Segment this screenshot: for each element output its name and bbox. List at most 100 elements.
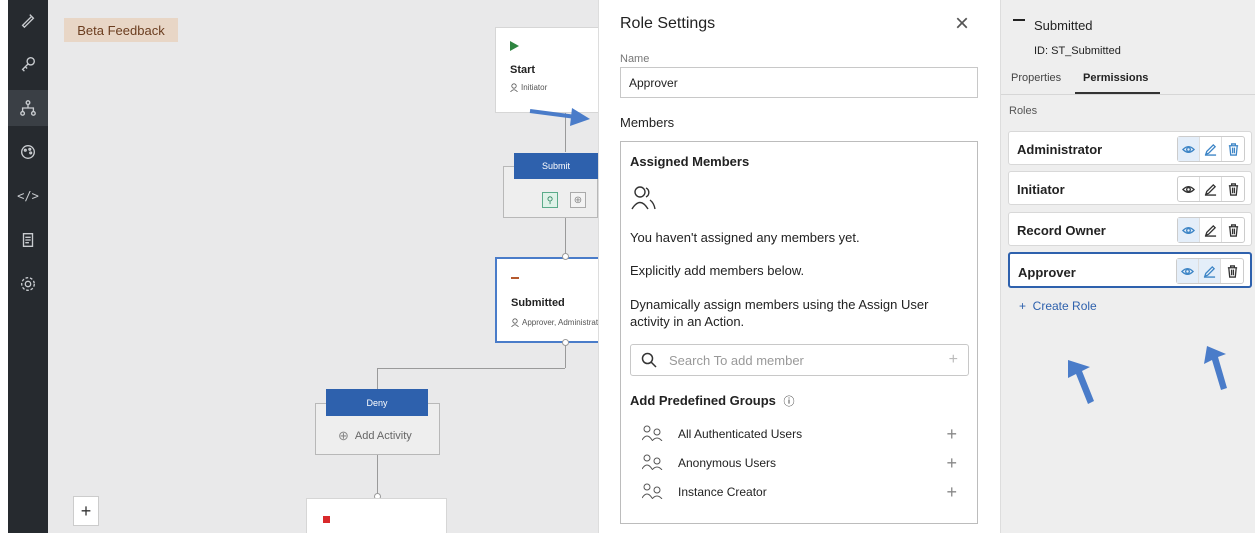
user-icon <box>510 83 518 92</box>
tab-divider <box>1001 94 1255 95</box>
delete-icon[interactable] <box>1221 259 1243 283</box>
assigned-members-box: Assigned Members You haven't assigned an… <box>620 141 978 524</box>
predefined-groups-label: Add Predefined Groups <box>630 393 776 408</box>
role-card-initiator[interactable]: Initiator <box>1008 171 1252 205</box>
role-name: Initiator <box>1017 182 1065 197</box>
predefined-group-row[interactable]: All Authenticated Users + <box>641 422 957 446</box>
group-icon <box>641 483 678 502</box>
submitted-node-title: Submitted <box>511 297 565 309</box>
search-placeholder: Search To add member <box>669 352 804 368</box>
user-icon <box>511 318 519 327</box>
beta-feedback-button[interactable]: Beta Feedback <box>64 18 178 42</box>
view-icon[interactable] <box>1178 137 1200 161</box>
annotation-arrow <box>529 108 590 126</box>
workflow-icon[interactable] <box>8 90 48 126</box>
role-name: Record Owner <box>1017 223 1106 238</box>
left-nav: </> <box>8 0 48 533</box>
deny-action-header[interactable]: Deny <box>326 389 428 416</box>
delete-icon[interactable] <box>1222 177 1244 201</box>
assigned-members-title: Assigned Members <box>630 154 750 169</box>
role-name: Approver <box>1018 265 1076 280</box>
design-icon[interactable] <box>8 2 48 38</box>
list-icon[interactable] <box>8 222 48 258</box>
predefined-group-row[interactable]: Instance Creator + <box>641 480 957 504</box>
zoom-in-button[interactable]: + <box>73 496 99 526</box>
view-icon[interactable] <box>1178 177 1200 201</box>
roles-label: Roles <box>1009 105 1038 117</box>
create-role-button[interactable]: + Create Role <box>1019 299 1097 313</box>
annotation-arrow <box>1204 346 1227 390</box>
add-group-icon[interactable]: + <box>946 453 957 474</box>
group-icon <box>641 454 678 473</box>
add-icon[interactable]: ⊕ <box>570 192 586 208</box>
annotation-arrow <box>1068 360 1094 404</box>
add-group-icon[interactable]: + <box>946 482 957 503</box>
state-marker-icon <box>511 277 519 279</box>
role-actions <box>1176 258 1244 284</box>
edit-icon[interactable] <box>1200 137 1222 161</box>
delete-icon[interactable] <box>1222 137 1244 161</box>
role-settings-panel: Role Settings × Name Approver Members As… <box>598 0 1000 533</box>
add-user-icon[interactable]: ⚲ <box>542 192 558 208</box>
settings-icon[interactable] <box>8 266 48 302</box>
search-member-input[interactable]: Search To add member + <box>630 344 969 376</box>
submitted-node-roles: Approver, Administrato <box>511 318 598 327</box>
role-card-administrator[interactable]: Administrator <box>1008 131 1252 165</box>
predefined-groups-title: Add Predefined Groups ⓘ <box>630 393 795 409</box>
connector-dot <box>562 339 569 346</box>
members-label: Members <box>620 115 675 130</box>
edit-icon[interactable] <box>1200 177 1222 201</box>
delete-icon[interactable] <box>1222 218 1244 242</box>
workflow-canvas[interactable]: Beta Feedback Start Initiator Submit ⚲ ⊕… <box>48 0 598 533</box>
close-icon[interactable]: × <box>955 10 969 38</box>
role-name: Administrator <box>1017 142 1103 157</box>
start-node-role: Initiator <box>510 83 547 92</box>
view-icon[interactable] <box>1177 259 1199 283</box>
empty-members-text: You haven't assigned any members yet. <box>630 230 860 245</box>
connector-line <box>377 368 378 390</box>
tab-permissions[interactable]: Permissions <box>1075 72 1161 94</box>
name-label: Name <box>620 53 650 65</box>
role-card-record-owner[interactable]: Record Owner <box>1008 212 1252 246</box>
info-icon[interactable]: ⓘ <box>784 396 795 408</box>
connector-line <box>377 368 565 369</box>
dynamic-assign-text: Dynamically assign members using the Ass… <box>630 297 929 329</box>
group-label: Anonymous Users <box>678 456 777 470</box>
connector-line <box>377 454 378 496</box>
properties-panel: Submitted ID: ST_Submitted Properties Pe… <box>1000 0 1255 533</box>
tab-properties[interactable]: Properties <box>1011 72 1061 84</box>
submit-action-header[interactable]: Submit <box>514 153 598 179</box>
connector-dot <box>562 253 569 260</box>
start-role-text: Initiator <box>521 83 548 92</box>
connector-line <box>565 217 566 257</box>
members-icon <box>631 186 656 210</box>
search-icon <box>641 352 657 368</box>
state-name: Submitted <box>1034 18 1093 33</box>
edit-icon[interactable] <box>1199 259 1221 283</box>
start-node-title: Start <box>510 64 536 76</box>
role-actions <box>1177 217 1245 243</box>
role-card-approver[interactable]: Approver <box>1008 252 1252 288</box>
code-icon[interactable]: </> <box>8 178 48 214</box>
explicit-add-text: Explicitly add members below. <box>630 263 805 278</box>
submitted-roles-text: Approver, Administrato <box>522 318 598 327</box>
palette-icon[interactable] <box>8 134 48 170</box>
role-name-input[interactable]: Approver <box>620 67 978 98</box>
role-settings-title: Role Settings <box>620 15 716 32</box>
stop-icon <box>323 516 330 523</box>
key-icon[interactable] <box>8 46 48 82</box>
role-actions <box>1177 176 1245 202</box>
add-activity-icon: ⊕ <box>338 428 349 443</box>
role-actions <box>1177 136 1245 162</box>
predefined-group-row[interactable]: Anonymous Users + <box>641 451 957 475</box>
state-marker-icon <box>1013 19 1025 21</box>
edit-icon[interactable] <box>1200 218 1222 242</box>
end-node[interactable] <box>306 498 447 533</box>
group-label: Instance Creator <box>678 485 767 499</box>
submitted-node[interactable]: Submitted Approver, Administrato <box>495 257 598 343</box>
add-activity-button[interactable]: ⊕ Add Activity <box>338 428 412 444</box>
search-add-icon[interactable]: + <box>949 351 958 369</box>
add-activity-label: Add Activity <box>354 430 412 442</box>
view-icon[interactable] <box>1178 218 1200 242</box>
add-group-icon[interactable]: + <box>946 424 957 445</box>
